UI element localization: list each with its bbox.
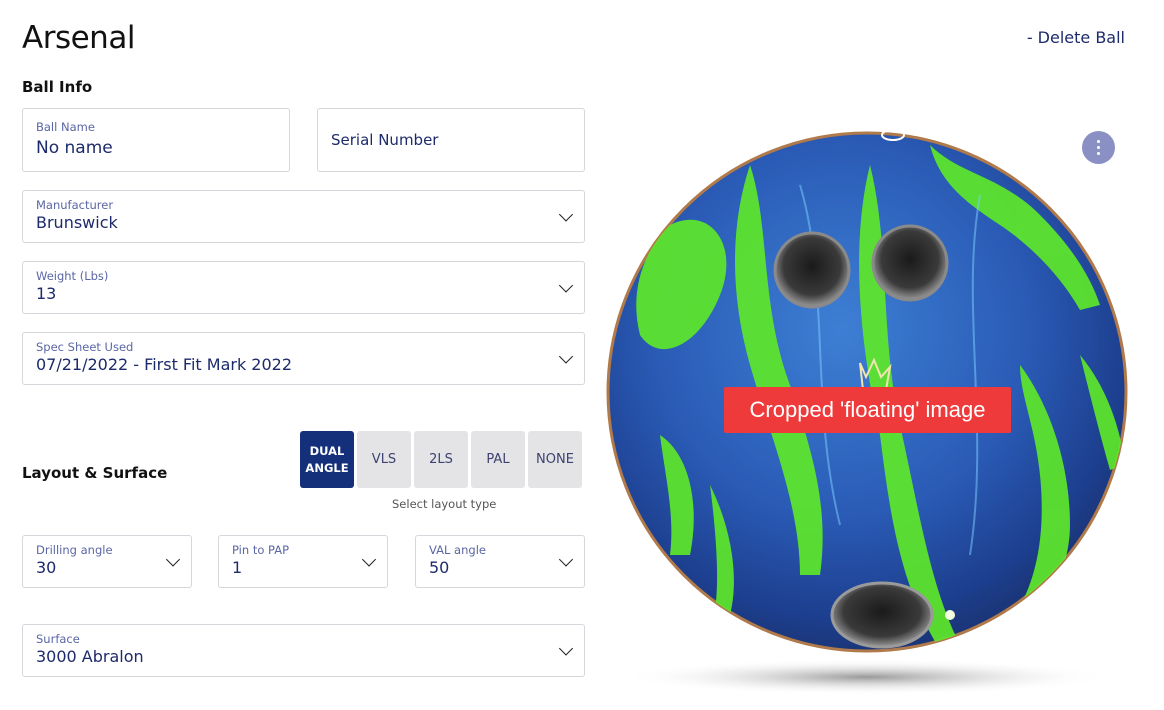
chevron-down-icon <box>558 206 574 222</box>
more-vertical-icon <box>1097 146 1100 149</box>
delete-ball-link[interactable]: - Delete Ball <box>1027 28 1125 47</box>
manufacturer-select[interactable]: Manufacturer Brunswick <box>22 190 585 243</box>
val-angle-value: 50 <box>429 558 450 577</box>
surface-label: Surface <box>36 632 80 646</box>
chevron-down-icon <box>165 551 181 567</box>
ball-name-label: Ball Name <box>36 120 95 134</box>
weight-label: Weight (Lbs) <box>36 269 109 283</box>
ball-info-heading: Ball Info <box>22 78 93 96</box>
layout-type-none[interactable]: NONE <box>528 431 582 488</box>
surface-value: 3000 Abralon <box>36 647 144 666</box>
chevron-down-icon <box>558 277 574 293</box>
layout-type-2ls[interactable]: 2LS <box>414 431 468 488</box>
layout-type-label: 2LS <box>429 452 453 467</box>
layout-type-pal[interactable]: PAL <box>471 431 525 488</box>
more-vertical-icon <box>1097 152 1100 155</box>
layout-type-dual-angle[interactable]: DUAL ANGLE <box>300 431 354 488</box>
surface-select[interactable]: Surface 3000 Abralon <box>22 624 585 677</box>
pin-to-pap-select[interactable]: Pin to PAP 1 <box>218 535 388 588</box>
serial-number-field[interactable]: Serial Number <box>317 108 585 172</box>
layout-surface-heading: Layout & Surface <box>22 464 168 482</box>
layout-type-vls[interactable]: VLS <box>357 431 411 488</box>
layout-type-label: PAL <box>486 452 510 467</box>
layout-type-label: VLS <box>371 452 397 467</box>
cropped-image-label: Cropped 'floating' image <box>724 387 1011 433</box>
weight-value: 13 <box>36 284 57 303</box>
layout-type-label: NONE <box>536 452 574 467</box>
chevron-down-icon <box>558 640 574 656</box>
layout-type-label: DUAL ANGLE <box>305 443 349 475</box>
pin-to-pap-label: Pin to PAP <box>232 543 290 557</box>
val-angle-label: VAL angle <box>429 543 486 557</box>
weight-select[interactable]: Weight (Lbs) 13 <box>22 261 585 314</box>
chevron-down-icon <box>361 551 377 567</box>
more-options-button[interactable] <box>1082 131 1115 164</box>
more-vertical-icon <box>1097 140 1100 143</box>
drilling-angle-label: Drilling angle <box>36 543 113 557</box>
page-title: Arsenal <box>22 20 135 56</box>
spec-sheet-select[interactable]: Spec Sheet Used 07/21/2022 - First Fit M… <box>22 332 585 385</box>
drilling-angle-select[interactable]: Drilling angle 30 <box>22 535 192 588</box>
manufacturer-label: Manufacturer <box>36 198 114 212</box>
pin-to-pap-value: 1 <box>232 558 243 577</box>
manufacturer-value: Brunswick <box>36 213 118 232</box>
layout-type-hint: Select layout type <box>392 497 497 511</box>
chevron-down-icon <box>558 551 574 567</box>
drilling-angle-value: 30 <box>36 558 57 577</box>
spec-sheet-value: 07/21/2022 - First Fit Mark 2022 <box>36 355 293 374</box>
val-angle-select[interactable]: VAL angle 50 <box>415 535 585 588</box>
ball-name-field[interactable]: Ball Name No name <box>22 108 290 172</box>
spec-sheet-label: Spec Sheet Used <box>36 340 134 354</box>
serial-number-placeholder: Serial Number <box>331 131 439 149</box>
chevron-down-icon <box>558 348 574 364</box>
ball-name-value: No name <box>36 138 113 158</box>
